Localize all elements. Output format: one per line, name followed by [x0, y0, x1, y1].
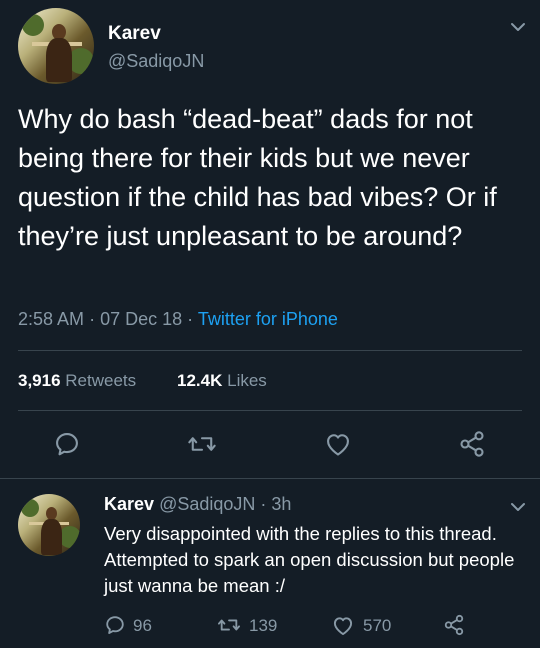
reply-age[interactable]: 3h — [271, 494, 291, 514]
reply-text: Very disappointed with the replies to th… — [104, 523, 515, 596]
avatar[interactable] — [18, 8, 94, 84]
reply-retweet-icon[interactable] — [216, 614, 242, 636]
reply-icon[interactable] — [53, 430, 81, 458]
reply-likes-count: 570 — [363, 616, 392, 635]
likes-label: Likes — [227, 371, 267, 390]
tweet-date[interactable]: 07 Dec 18 — [100, 309, 182, 329]
chevron-down-icon[interactable] — [510, 20, 526, 38]
tweet-source[interactable]: Twitter for iPhone — [198, 309, 338, 329]
share-icon[interactable] — [458, 430, 486, 458]
reply-retweets-count: 139 — [249, 616, 278, 635]
reply-reply-icon[interactable] — [104, 614, 126, 636]
divider — [18, 350, 522, 351]
tweet-time[interactable]: 2:58 AM — [18, 309, 84, 329]
reply-avatar[interactable] — [18, 494, 80, 556]
meta-separator: · — [187, 309, 198, 329]
divider — [18, 410, 522, 411]
tweet-text: Why do bash “dead-beat” dads for not bei… — [18, 104, 497, 251]
tweet-meta: 2:58 AM · 07 Dec 18 · Twitter for iPhone — [18, 309, 338, 330]
meta-separator: · — [255, 494, 272, 514]
reply-chevron-down-icon[interactable] — [510, 500, 526, 518]
likes-count: 12.4K — [177, 371, 223, 390]
retweet-icon[interactable] — [187, 430, 217, 458]
retweets-stat[interactable]: 3,916 Retweets — [18, 371, 136, 391]
author-name[interactable]: Karev — [108, 23, 161, 45]
retweets-label: Retweets — [65, 371, 137, 390]
divider — [0, 478, 540, 479]
reply-like-icon[interactable] — [331, 615, 355, 636]
retweets-count: 3,916 — [18, 371, 61, 390]
reply-author-handle[interactable]: @SadiqoJN — [159, 494, 255, 514]
likes-stat[interactable]: 12.4K Likes — [177, 371, 267, 391]
reply-share-icon[interactable] — [443, 614, 465, 636]
meta-separator: · — [89, 309, 101, 329]
like-icon[interactable] — [324, 431, 352, 457]
author-handle[interactable]: @SadiqoJN — [108, 51, 204, 72]
reply-header: Karev @SadiqoJN · 3h — [104, 494, 291, 515]
reply-author-name[interactable]: Karev — [104, 494, 154, 514]
reply-replies-count: 96 — [133, 616, 152, 635]
